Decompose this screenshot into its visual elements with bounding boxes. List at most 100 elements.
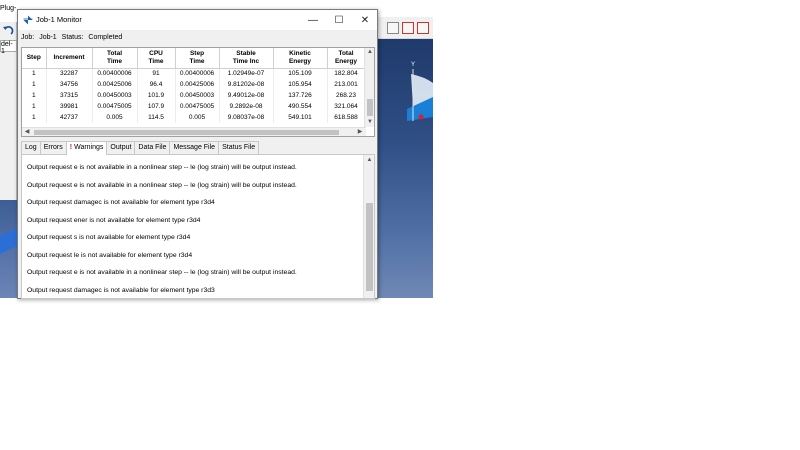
menu-plugins-fragment[interactable]: Plug- <box>0 5 18 17</box>
table-cell: 490.554 <box>273 101 328 112</box>
table-cell: 0.005 <box>92 112 138 123</box>
table-cell: 37315 <box>46 90 93 101</box>
table-cell: 39981 <box>46 101 93 112</box>
table-cell: 0.005 <box>175 112 220 123</box>
table-cell: 0.00400006 <box>175 68 220 79</box>
tab-status-file[interactable]: Status File <box>218 141 260 154</box>
table-row[interactable]: 1 39981 0.00475005 107.9 0.00475005 9.2892e-0… <box>22 101 366 112</box>
tab-warnings[interactable]: ! Warnings <box>65 141 108 155</box>
minimize-button[interactable]: — <box>300 10 326 30</box>
progress-table: Step Increment Total Time CPU Time Step Time… <box>22 48 366 123</box>
tab-label: Status File <box>222 144 256 151</box>
column-header[interactable]: Step <box>22 48 47 69</box>
table-cell: 34756 <box>46 79 93 90</box>
tab-output[interactable]: Output <box>106 141 136 154</box>
column-header[interactable]: Total Time <box>92 48 138 69</box>
warning-line: Output request damagec is not available … <box>27 199 215 206</box>
table-cell: 9.08037e-08 <box>219 112 274 123</box>
warning-line: Output request e is not available in a n… <box>27 269 297 276</box>
table-vertical-scrollbar[interactable]: ▲ ▼ <box>364 48 374 127</box>
table-cell: 1 <box>22 112 47 123</box>
table-cell: 213.001 <box>327 79 366 90</box>
table-cell: 0.00425006 <box>92 79 138 90</box>
table-cell: 1 <box>22 68 47 79</box>
column-header[interactable]: Step Time <box>175 48 220 69</box>
warning-icon: ! <box>69 144 73 151</box>
viewport-toolbar <box>377 17 433 39</box>
tab-message-file[interactable]: Message File <box>169 141 220 154</box>
table-cell: 182.804 <box>327 68 366 79</box>
table-cell: 9.81202e-08 <box>219 79 274 90</box>
table-cell: 105.109 <box>273 68 328 79</box>
warnings-pane: Output request e is not available in a n… <box>21 154 375 299</box>
table-cell: 105.954 <box>273 79 328 90</box>
monitor-tabs: Log Errors! Warnings Output Data File Message… <box>21 141 260 155</box>
status-label: Status: <box>61 34 84 41</box>
tab-data-file[interactable]: Data File <box>134 141 171 154</box>
abaqus-logo-icon <box>23 15 33 25</box>
tab-errors[interactable]: Errors <box>39 141 67 154</box>
table-cell: 0.00400006 <box>92 68 138 79</box>
scroll-left-arrow-icon[interactable]: ◀ <box>22 128 32 136</box>
table-cell: 1.02949e-07 <box>219 68 274 79</box>
table-cell: 114.5 <box>137 112 176 123</box>
maximize-button[interactable]: ☐ <box>326 10 352 30</box>
scroll-down-arrow-icon[interactable]: ▼ <box>365 118 374 127</box>
table-cell: 0.00450003 <box>175 90 220 101</box>
table-horizontal-scrollbar[interactable]: ◀ ▶ <box>22 127 366 136</box>
dialog-titlebar[interactable]: Job-1 Monitor — ☐ ✕ <box>18 10 377 30</box>
table-cell: 1 <box>22 79 47 90</box>
warning-line: Output request s is not available for el… <box>27 234 191 241</box>
table-row[interactable]: 1 32287 0.00400006 91 0.00400006 1.02949e-07 1… <box>22 68 366 79</box>
warning-line: Output request le is not available for e… <box>27 251 193 259</box>
warnings-vertical-scrollbar[interactable]: ▲ <box>363 155 374 298</box>
table-cell: 618.588 <box>327 112 366 123</box>
warnings-scroll-up-icon[interactable]: ▲ <box>364 156 374 165</box>
table-cell: 549.101 <box>273 112 328 123</box>
table-cell: 32287 <box>46 68 93 79</box>
table-cell: 9.49012e-08 <box>219 90 274 101</box>
table-row[interactable]: 1 37315 0.00450003 101.9 0.00450003 9.49012e-… <box>22 90 366 101</box>
toolbar-grid-icon[interactable] <box>417 22 429 34</box>
table-cell: 91 <box>137 68 176 79</box>
table-cell: 0.00425006 <box>175 79 220 90</box>
table-cell: 96.4 <box>137 79 176 90</box>
job-monitor-dialog: Job-1 Monitor — ☐ ✕ Job: Job-1 Status: C… <box>17 9 378 299</box>
tab-label: Data File <box>138 144 167 151</box>
column-header[interactable]: Kinetic Energy <box>273 48 328 69</box>
toolbar-query-icon[interactable] <box>387 22 399 34</box>
column-header[interactable]: CPU Time <box>137 48 176 69</box>
job-status-line: Job: Job-1 Status: Completed <box>21 34 125 41</box>
undo-icon[interactable] <box>1 24 15 37</box>
warnings-vscroll-thumb[interactable] <box>366 203 373 291</box>
tab-label: Errors <box>43 144 63 151</box>
column-header[interactable]: Increment <box>46 48 93 69</box>
table-cell: 101.9 <box>137 90 176 101</box>
job-label: Job: <box>21 34 35 41</box>
table-row[interactable]: 1 42737 0.005 114.5 0.005 9.08037e-08 549.101 6… <box>22 112 366 123</box>
toolbar-box-select-icon[interactable] <box>402 22 414 34</box>
table-cell: 321.064 <box>327 101 366 112</box>
scroll-right-arrow-icon[interactable]: ▶ <box>355 128 365 136</box>
dialog-title: Job-1 Monitor <box>36 15 82 24</box>
table-hscroll-thumb[interactable] <box>34 130 339 135</box>
model-viewport[interactable]: Y <box>377 39 433 298</box>
column-header[interactable]: Total Energy <box>327 48 366 69</box>
table-cell: 107.9 <box>137 101 176 112</box>
table-vscroll-thumb[interactable] <box>367 99 373 116</box>
tab-label: Log <box>25 144 37 151</box>
svg-text:Y: Y <box>411 62 415 68</box>
tab-label: Message File <box>173 144 216 151</box>
table-cell: 1 <box>22 90 47 101</box>
warning-line: Output request ener is not available for… <box>27 216 201 224</box>
table-row[interactable]: 1 34756 0.00425006 96.4 0.00425006 9.81202e-0… <box>22 79 366 90</box>
warning-line: Output request damagec is not available … <box>27 286 215 294</box>
tab-log[interactable]: Log <box>21 141 41 154</box>
table-cell: 0.00475005 <box>92 101 138 112</box>
scroll-up-arrow-icon[interactable]: ▲ <box>365 48 374 57</box>
column-header[interactable]: Stable Time Inc <box>219 48 274 69</box>
job-name-value: Job-1 <box>39 34 57 41</box>
table-cell: 0.00475005 <box>175 101 220 112</box>
close-button[interactable]: ✕ <box>352 10 378 30</box>
model-tab-fragment[interactable]: del-1 <box>0 40 17 55</box>
